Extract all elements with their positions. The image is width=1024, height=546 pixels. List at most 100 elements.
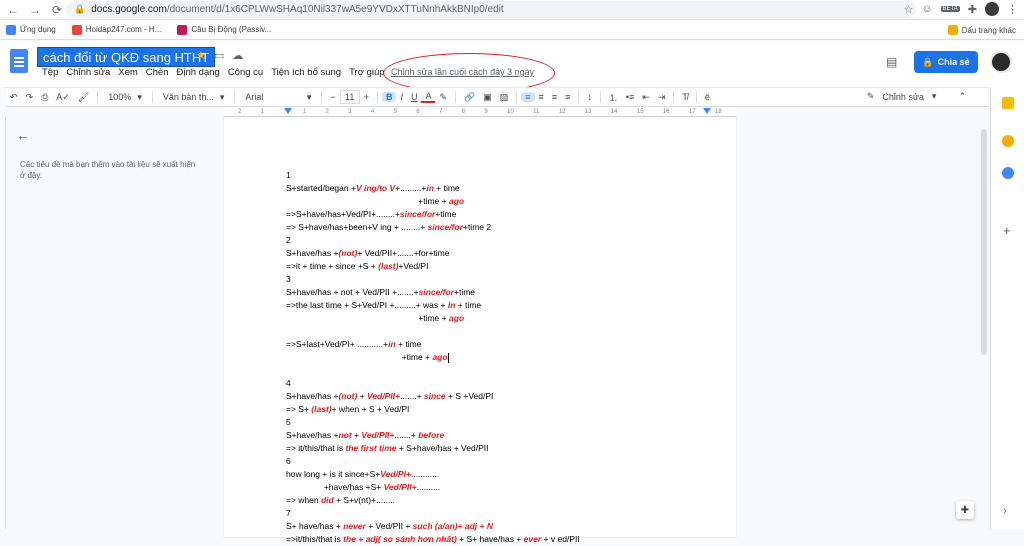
link-icon[interactable]: 🔗 xyxy=(460,92,479,103)
document-title[interactable]: cách đổi từ QKĐ sang HTHT xyxy=(36,47,216,67)
decrease-font-icon[interactable]: − xyxy=(326,92,339,102)
document-line[interactable]: 7 xyxy=(286,507,706,520)
star-icon[interactable]: ★ xyxy=(196,49,206,62)
horizontal-ruler[interactable]: 2 1 1 2 3 4 5 6 7 8 9 10 11 12 13 14 15 16 17 18 xyxy=(224,107,736,117)
font-size-input[interactable]: 11 xyxy=(339,90,360,104)
document-line[interactable]: S+ have/has + never + Ved/PII + such (a/… xyxy=(286,520,706,533)
input-tools-icon[interactable]: ë xyxy=(701,92,714,102)
menu-tools[interactable]: Công cụ xyxy=(224,67,267,78)
menu-edit[interactable]: Chỉnh sửa xyxy=(62,67,114,78)
highlight-icon[interactable]: ✎ xyxy=(435,92,451,103)
document-line[interactable]: S+have/has +(not)+ Ved/PII+.......+for+t… xyxy=(286,247,706,260)
document-line[interactable]: 2 xyxy=(286,234,706,247)
document-line[interactable]: +time + ago xyxy=(286,312,706,325)
menu-file[interactable]: Tệp xyxy=(38,67,62,78)
line-spacing-icon[interactable]: ↕ xyxy=(583,92,596,102)
address-bar[interactable]: 🔒 docs.google.com /document/d/1x6CPLWwSH… xyxy=(66,1,916,18)
document-line[interactable]: S+have/has + not + Ved/PII +.......+sinc… xyxy=(286,286,706,299)
redo-icon[interactable]: ↷ xyxy=(22,92,38,103)
document-line[interactable]: 4 xyxy=(286,377,706,390)
collapse-menu-icon[interactable]: ⌃ xyxy=(958,91,966,102)
style-select[interactable]: Văn bản th... ▾ xyxy=(157,92,231,103)
more-icon[interactable]: ⋮ xyxy=(1007,3,1018,16)
document-line[interactable]: =>it/this/that is the + adj( so sánh hơn… xyxy=(286,533,706,546)
bookmark-star-icon[interactable]: ☆ xyxy=(903,3,913,16)
document-line[interactable]: S+have/has +not + Ved/PII+.......+ befor… xyxy=(286,429,706,442)
mode-select[interactable]: ✎ Chỉnh sửa ▾ ⌃ xyxy=(867,91,966,102)
document-line[interactable]: +have/has +S+ Ved/PII+.......... xyxy=(286,481,706,494)
explore-button[interactable]: ✚ xyxy=(956,501,974,519)
italic-icon[interactable]: I xyxy=(396,92,407,102)
menu-insert[interactable]: Chèn xyxy=(142,67,173,78)
menu-addons[interactable]: Tiện ích bổ sung xyxy=(267,67,345,78)
document-line[interactable]: => S+ (last)+ when + S + Ved/PI xyxy=(286,403,706,416)
comment-history-icon[interactable]: ▤ xyxy=(886,55,897,69)
paint-format-icon[interactable]: 🖌 xyxy=(74,92,93,103)
document-line[interactable]: => S+have/has+been+V ing + ........+ sin… xyxy=(286,221,706,234)
align-left-icon[interactable]: ≡ xyxy=(521,92,535,102)
document-line[interactable]: =>it + time + since +S + (last)+Ved/PI xyxy=(286,260,706,273)
text-color-icon[interactable]: A xyxy=(421,91,436,103)
document-line[interactable]: S+started/began +V ing/to V+.........+in… xyxy=(286,182,706,195)
undo-icon[interactable]: ↶ xyxy=(6,92,22,103)
left-indent-marker[interactable] xyxy=(284,108,292,116)
document-line[interactable] xyxy=(286,364,706,377)
right-indent-marker[interactable] xyxy=(703,108,711,116)
extension-icon[interactable]: ☺ xyxy=(921,3,932,15)
calendar-icon[interactable] xyxy=(1002,97,1014,109)
increase-indent-icon[interactable]: ⇥ xyxy=(654,92,670,103)
document-line[interactable]: =>S+have/has+Ved/PI+........+since/for+t… xyxy=(286,208,706,221)
cloud-status-icon[interactable]: ☁ xyxy=(232,49,243,62)
back-arrow-icon[interactable]: ← xyxy=(16,128,200,142)
beta-badge[interactable]: BETA xyxy=(940,6,960,12)
vertical-scrollbar[interactable] xyxy=(980,117,988,529)
move-folder-icon[interactable]: ▭ xyxy=(214,49,224,62)
document-line[interactable]: 6 xyxy=(286,455,706,468)
document-line[interactable] xyxy=(286,325,706,338)
scroll-thumb[interactable] xyxy=(981,129,987,355)
menu-view[interactable]: Xem xyxy=(114,67,142,78)
zoom-select[interactable]: 100% ▾ xyxy=(102,92,148,103)
document-line[interactable]: how long + is it since+S+Ved/PI+........… xyxy=(286,468,706,481)
document-line[interactable]: +time + ago xyxy=(286,195,706,208)
forward-icon[interactable]: → xyxy=(26,1,44,19)
spellcheck-icon[interactable]: A✓ xyxy=(52,92,74,103)
share-button[interactable]: 🔒 Chia sẻ xyxy=(914,51,978,73)
document-line[interactable]: S+have/has +(not) + Ved/PII+.......+ sin… xyxy=(286,390,706,403)
document-line[interactable]: 3 xyxy=(286,273,706,286)
increase-font-icon[interactable]: + xyxy=(360,92,373,102)
bookmark-passive[interactable]: Câu Bị Động (Passiv... xyxy=(177,24,271,35)
numbered-list-icon[interactable]: ⒈ xyxy=(605,91,622,104)
bookmark-hoidap247[interactable]: Hoidap247.com - H... xyxy=(71,24,161,35)
tasks-icon[interactable] xyxy=(1002,167,1014,179)
puzzle-icon[interactable]: ✚ xyxy=(968,3,977,16)
bulleted-list-icon[interactable]: •≡ xyxy=(622,92,638,102)
back-icon[interactable]: ← xyxy=(4,1,22,19)
document-line[interactable]: => it/this/that is the first time + S+ha… xyxy=(286,442,706,455)
align-right-icon[interactable]: ≡ xyxy=(548,92,561,102)
reload-icon[interactable]: ⟳ xyxy=(48,1,66,19)
document-line[interactable]: +time + ago xyxy=(286,351,706,364)
document-line[interactable]: =>S+last+Ved/PI+ ...........+in + time xyxy=(286,338,706,351)
image-icon[interactable]: ▨ xyxy=(496,92,513,103)
bookmark-apps[interactable]: Ứng dụng xyxy=(6,24,56,35)
profile-avatar[interactable] xyxy=(985,2,999,16)
account-avatar[interactable] xyxy=(990,51,1012,73)
expand-panel-icon[interactable]: › xyxy=(1003,505,1007,517)
document-line[interactable]: =>the last time + S+Ved/PI +.........+ w… xyxy=(286,299,706,312)
align-justify-icon[interactable]: ≡ xyxy=(561,92,574,102)
clear-format-icon[interactable]: T̸ xyxy=(678,92,692,102)
document-line[interactable]: => when did + S+v(nt)+........ xyxy=(286,494,706,507)
font-select[interactable]: Arial ▾ xyxy=(239,92,317,103)
other-bookmarks[interactable]: Dấu trang khác xyxy=(947,25,1016,35)
add-addon-icon[interactable]: + xyxy=(1003,223,1011,238)
docs-logo-icon[interactable] xyxy=(10,49,28,73)
decrease-indent-icon[interactable]: ⇤ xyxy=(638,92,654,103)
document-body[interactable]: 1 S+started/began +V ing/to V+.........+i… xyxy=(286,169,706,546)
print-icon[interactable]: ⎙ xyxy=(37,92,52,103)
bold-icon[interactable]: B xyxy=(381,92,397,102)
underline-icon[interactable]: U xyxy=(407,92,422,102)
keep-icon[interactable] xyxy=(1002,135,1014,147)
document-page[interactable]: 1 S+started/began +V ing/to V+.........+i… xyxy=(224,117,736,544)
menu-format[interactable]: Định dạng xyxy=(173,67,224,78)
